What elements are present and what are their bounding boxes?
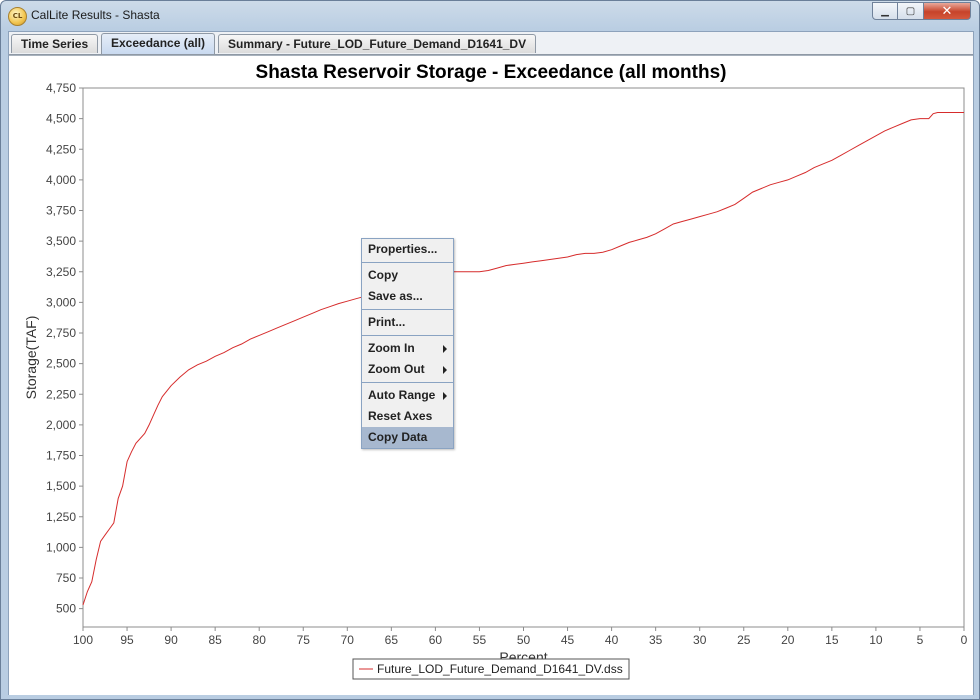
menu-item-save-as[interactable]: Save as... xyxy=(362,286,453,307)
menu-item-label: Auto Range xyxy=(368,388,436,402)
menu-item-label: Reset Axes xyxy=(368,409,433,423)
y-tick-label: 3,750 xyxy=(46,204,76,218)
minimize-icon: ▁ xyxy=(881,5,889,17)
y-tick-label: 3,000 xyxy=(46,295,76,309)
x-tick-label: 45 xyxy=(561,633,575,647)
y-tick-label: 1,500 xyxy=(46,479,76,493)
y-tick-label: 2,500 xyxy=(46,357,76,371)
client-area: Time Series Exceedance (all) Summary - F… xyxy=(8,31,974,695)
submenu-arrow-icon xyxy=(443,366,447,374)
menu-item-copy-data[interactable]: Copy Data xyxy=(362,427,453,448)
y-tick-label: 750 xyxy=(56,571,76,585)
y-tick-label: 4,250 xyxy=(46,142,76,156)
maximize-button[interactable]: ▢ xyxy=(898,2,924,20)
menu-item-zoom-out[interactable]: Zoom Out xyxy=(362,359,453,380)
minimize-button[interactable]: ▁ xyxy=(872,2,898,20)
x-tick-label: 35 xyxy=(649,633,663,647)
menu-separator xyxy=(362,335,453,336)
menu-item-label: Copy xyxy=(368,268,398,282)
x-tick-label: 55 xyxy=(473,633,487,647)
y-tick-label: 3,500 xyxy=(46,234,76,248)
tab-bar: Time Series Exceedance (all) Summary - F… xyxy=(9,32,973,55)
window-controls: ▁ ▢ ✕ xyxy=(872,2,971,21)
y-tick-label: 1,250 xyxy=(46,510,76,524)
menu-item-label: Zoom In xyxy=(368,341,415,355)
y-tick-label: 2,000 xyxy=(46,418,76,432)
x-tick-label: 65 xyxy=(385,633,399,647)
menu-item-label: Properties... xyxy=(368,242,438,256)
y-tick-label: 3,250 xyxy=(46,265,76,279)
x-tick-label: 30 xyxy=(693,633,707,647)
menu-item-zoom-in[interactable]: Zoom In xyxy=(362,338,453,359)
x-tick-label: 20 xyxy=(781,633,795,647)
submenu-arrow-icon xyxy=(443,392,447,400)
y-tick-label: 1,750 xyxy=(46,449,76,463)
submenu-arrow-icon xyxy=(443,345,447,353)
y-tick-label: 2,750 xyxy=(46,326,76,340)
x-tick-label: 75 xyxy=(297,633,311,647)
x-tick-label: 0 xyxy=(961,633,968,647)
close-icon: ✕ xyxy=(941,3,953,19)
x-tick-label: 100 xyxy=(73,633,93,647)
y-tick-label: 500 xyxy=(56,602,76,616)
plot-area xyxy=(82,87,965,628)
window-title: CalLite Results - Shasta xyxy=(31,8,160,22)
app-icon: CL xyxy=(8,7,27,26)
x-tick-label: 90 xyxy=(164,633,178,647)
x-tick-label: 50 xyxy=(517,633,531,647)
menu-item-reset-axes[interactable]: Reset Axes xyxy=(362,406,453,427)
maximize-icon: ▢ xyxy=(905,5,916,17)
menu-item-print[interactable]: Print... xyxy=(362,312,453,333)
menu-separator xyxy=(362,382,453,383)
y-axis-label: Storage(TAF) xyxy=(23,316,39,400)
menu-item-copy[interactable]: Copy xyxy=(362,265,453,286)
x-tick-label: 15 xyxy=(825,633,839,647)
x-tick-label: 40 xyxy=(605,633,619,647)
y-tick-label: 1,000 xyxy=(46,540,76,554)
x-tick-label: 95 xyxy=(120,633,134,647)
menu-item-auto-range[interactable]: Auto Range xyxy=(362,385,453,406)
x-tick-label: 25 xyxy=(737,633,751,647)
chart-title: Shasta Reservoir Storage - Exceedance (a… xyxy=(256,62,727,83)
y-tick-label: 4,750 xyxy=(46,81,76,95)
menu-item-label: Save as... xyxy=(368,289,423,303)
menu-separator xyxy=(362,262,453,263)
x-tick-label: 80 xyxy=(253,633,267,647)
x-tick-label: 5 xyxy=(917,633,924,647)
context-menu: Properties... Copy Save as... Print... Zoom … xyxy=(361,238,454,449)
exceedance-chart[interactable]: Shasta Reservoir Storage - Exceedance (a… xyxy=(9,56,973,695)
y-tick-label: 2,250 xyxy=(46,387,76,401)
application-window: CL CalLite Results - Shasta ▁ ▢ ✕ Time S… xyxy=(0,0,980,700)
x-tick-label: 70 xyxy=(341,633,355,647)
menu-item-label: Zoom Out xyxy=(368,362,425,376)
y-tick-label: 4,000 xyxy=(46,173,76,187)
tab-exceedance-all[interactable]: Exceedance (all) xyxy=(101,33,216,54)
menu-item-properties[interactable]: Properties... xyxy=(362,239,453,260)
x-tick-label: 60 xyxy=(429,633,443,647)
y-tick-label: 4,500 xyxy=(46,112,76,126)
menu-separator xyxy=(362,309,453,310)
menu-item-label: Print... xyxy=(368,315,406,329)
tab-time-series[interactable]: Time Series xyxy=(11,34,99,53)
close-button[interactable]: ✕ xyxy=(924,2,971,20)
legend-label: Future_LOD_Future_Demand_D1641_DV.dss xyxy=(377,662,623,676)
menu-item-label: Copy Data xyxy=(368,430,428,444)
title-bar[interactable]: CL CalLite Results - Shasta ▁ ▢ ✕ xyxy=(1,1,979,31)
chart-panel[interactable]: Shasta Reservoir Storage - Exceedance (a… xyxy=(9,55,973,695)
x-tick-label: 85 xyxy=(208,633,222,647)
x-tick-label: 10 xyxy=(869,633,883,647)
tab-summary[interactable]: Summary - Future_LOD_Future_Demand_D1641… xyxy=(218,34,537,53)
